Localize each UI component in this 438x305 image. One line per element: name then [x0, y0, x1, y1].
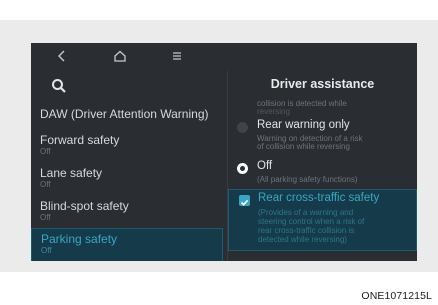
- checkbox-checked-icon[interactable]: [239, 195, 250, 206]
- option-label: Rear cross-traffic safety: [258, 192, 380, 204]
- option-description: steering control when a risk of: [258, 217, 365, 226]
- menu-item-status: Off: [40, 213, 51, 222]
- option-description: of collision while reversing: [257, 142, 350, 151]
- figure-frame: DAW (Driver Attention Warning) Forward s…: [0, 0, 438, 305]
- menu-item-status: Off: [41, 246, 52, 255]
- radio-selected-icon[interactable]: [237, 163, 248, 174]
- option-description: rear cross-traffic collision is: [258, 226, 355, 235]
- option-description: (Provides of a warning and: [258, 208, 354, 217]
- option-description: detected while reversing): [258, 235, 347, 244]
- menu-item-status: Off: [40, 180, 51, 189]
- home-icon[interactable]: [111, 47, 129, 65]
- menu-item-lane-safety[interactable]: Lane safety Off: [31, 166, 223, 189]
- option-rear-cross-traffic-safety[interactable]: Rear cross-traffic safety (Provides of a…: [228, 189, 417, 251]
- top-nav-bar: [31, 43, 231, 69]
- menu-item-status: Off: [40, 147, 51, 156]
- menu-item-title: Forward safety: [40, 133, 120, 147]
- option-label: Off: [257, 160, 273, 172]
- panel-title: Driver assistance: [270, 77, 375, 91]
- option-off[interactable]: Off (All parking safety functions): [228, 158, 417, 188]
- chevron-left-icon[interactable]: [53, 47, 71, 65]
- menu-item-daw[interactable]: DAW (Driver Attention Warning): [31, 107, 223, 121]
- menu-item-title: Parking safety: [41, 232, 118, 246]
- menu-item-title: Lane safety: [40, 166, 103, 180]
- menu-item-blind-spot-safety[interactable]: Blind-spot safety Off: [31, 199, 223, 222]
- menu-item-title: Blind-spot safety: [40, 199, 129, 213]
- search-icon[interactable]: [51, 78, 67, 94]
- infotainment-screen: DAW (Driver Attention Warning) Forward s…: [31, 43, 417, 261]
- option-label: Rear warning only: [257, 119, 350, 131]
- option-rear-warning-only[interactable]: Rear warning only Warning on detection o…: [228, 119, 417, 155]
- menu-item-forward-safety[interactable]: Forward safety Off: [31, 133, 223, 156]
- option-description: (All parking safety functions): [257, 175, 358, 184]
- menu-icon[interactable]: [168, 47, 186, 65]
- option-description: reversing: [257, 107, 290, 116]
- menu-item-parking-safety[interactable]: Parking safety Off: [31, 228, 223, 261]
- menu-item-title: DAW (Driver Attention Warning): [40, 107, 209, 121]
- parking-safety-options: collision is detected while reversing Re…: [228, 95, 417, 261]
- figure-caption: ONE1071215L: [361, 290, 432, 302]
- radio-unselected-icon[interactable]: [237, 122, 248, 133]
